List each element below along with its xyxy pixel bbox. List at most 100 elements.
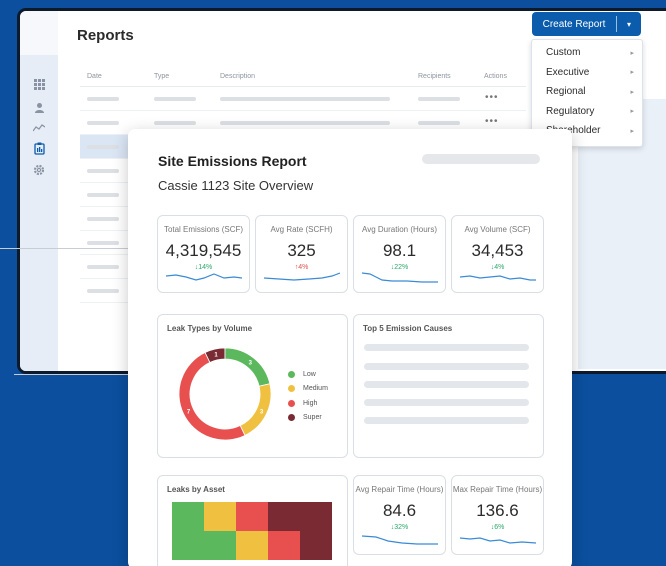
heatmap-cell[interactable] [236, 531, 268, 560]
column-header-description[interactable]: Description [220, 73, 255, 80]
legend-item-high: High [288, 396, 328, 411]
cell-placeholder-bar [87, 97, 119, 101]
kpi-tile-max-repair-time[interactable]: Max Repair Time (Hours) 136.6 ↓6% [451, 475, 544, 555]
kpi-value: 84.6 [382, 501, 417, 520]
menu-item-label: Regulatory [546, 105, 595, 117]
menu-item-regulatory[interactable]: Regulatory ▸ [532, 102, 642, 122]
kpi-change: ↓14% [194, 264, 213, 271]
cell-placeholder-bar [220, 121, 390, 125]
kpi-label: Max Repair Time (Hours) [452, 485, 543, 494]
kpi-tile-avg-rate[interactable]: Avg Rate (SCFH) 325 ↑4% [255, 215, 348, 293]
create-report-label[interactable]: Create Report [532, 12, 616, 36]
cause-placeholder-bar [364, 344, 529, 351]
cell-placeholder-bar [87, 121, 119, 125]
gear-icon[interactable] [32, 163, 46, 177]
donut-slice-low[interactable] [224, 347, 271, 387]
table-row[interactable]: ••• [80, 87, 526, 111]
cause-placeholder-bar [364, 399, 529, 406]
cell-placeholder-bar [220, 97, 390, 101]
cell-placeholder-bar [154, 97, 196, 101]
reports-clipboard-icon[interactable] [32, 141, 46, 155]
cell-placeholder-bar [418, 121, 460, 125]
sparkline [460, 275, 536, 281]
column-header-type[interactable]: Type [154, 73, 169, 80]
legend-item-super: Super [288, 411, 328, 426]
column-header-recipients[interactable]: Recipients [418, 73, 451, 80]
cause-placeholder-bar [364, 417, 529, 424]
heatmap-cell[interactable] [236, 502, 268, 531]
legend-swatch [288, 370, 295, 378]
kpi-tile-avg-volume[interactable]: Avg Volume (SCF) 34,453 ↓4% [451, 215, 544, 293]
menu-item-label: Regional [546, 86, 586, 98]
kpi-value: 98.1 [382, 241, 417, 260]
callout-line [14, 374, 128, 375]
kpi-value: 136.6 [476, 501, 519, 520]
legend-label: Super [303, 414, 322, 422]
leaks-heatmap [172, 502, 332, 560]
kpi-label: Avg Rate (SCFH) [270, 225, 333, 234]
cell-placeholder-bar [87, 169, 119, 173]
create-report-button[interactable]: Create Report ▾ [532, 12, 641, 36]
heatmap-cell[interactable] [268, 531, 300, 560]
donut-slice-high[interactable] [178, 352, 246, 441]
kpi-tile-total-emissions[interactable]: Total Emissions (SCF) 4,319,545 ↓14% [157, 215, 250, 293]
legend-label: Medium [303, 385, 328, 393]
kpi-value: 4,319,545 [165, 241, 242, 260]
donut-chart: 1337 [178, 347, 272, 441]
menu-item-regional[interactable]: Regional ▸ [532, 82, 642, 102]
cell-placeholder-bar [87, 241, 119, 245]
chart-legend: Low Medium High Super [288, 367, 328, 425]
kpi-value: 325 [287, 241, 316, 260]
column-header-actions: Actions [484, 73, 507, 80]
row-actions-icon[interactable]: ••• [485, 92, 499, 103]
nav-rail [20, 55, 58, 371]
legend-item-low: Low [288, 367, 328, 382]
kpi-change: ↓22% [390, 264, 409, 271]
kpi-tile-avg-duration[interactable]: Avg Duration (Hours) 98.1 ↓22% [353, 215, 446, 293]
apps-grid-icon[interactable] [32, 77, 46, 91]
cell-placeholder-bar [87, 265, 119, 269]
panel-title: Top 5 Emission Causes [363, 324, 453, 333]
legend-swatch [288, 414, 295, 422]
legend-swatch [288, 399, 295, 407]
legend-label: High [303, 399, 318, 407]
heatmap-cell[interactable] [204, 531, 236, 560]
menu-item-label: Custom [546, 47, 581, 59]
site-emissions-report-card: Site Emissions Report Cassie 1123 Site O… [128, 129, 572, 566]
panel-title: Leak Types by Volume [167, 324, 253, 333]
kpi-tile-avg-repair-time[interactable]: Avg Repair Time (Hours) 84.6 ↓32% [353, 475, 446, 555]
chevron-right-icon: ▸ [630, 108, 634, 116]
legend-label: Low [303, 370, 316, 378]
legend-swatch [288, 385, 295, 393]
sparkline [264, 272, 340, 281]
legend-item-medium: Medium [288, 382, 328, 397]
trend-icon[interactable] [32, 121, 46, 135]
menu-item-executive[interactable]: Executive ▸ [532, 63, 642, 83]
kpi-label: Avg Volume (SCF) [464, 225, 531, 234]
sparkline [166, 273, 242, 281]
table-header: Date Type Description Recipients Actions [80, 71, 526, 87]
heatmap-cell[interactable] [300, 531, 332, 560]
donut-slice-medium[interactable] [239, 383, 272, 436]
sparkline [362, 535, 438, 545]
row-actions-icon[interactable]: ••• [485, 116, 499, 127]
chevron-right-icon: ▸ [630, 49, 634, 57]
chevron-down-icon[interactable]: ▾ [617, 12, 641, 36]
chevron-right-icon: ▸ [630, 127, 634, 135]
panel-title: Leaks by Asset [167, 485, 225, 494]
report-title: Site Emissions Report [158, 153, 307, 169]
cell-placeholder-bar [418, 97, 460, 101]
menu-item-custom[interactable]: Custom ▸ [532, 43, 642, 63]
heatmap-cell[interactable] [172, 502, 204, 531]
cell-placeholder-bar [87, 193, 119, 197]
user-icon[interactable] [32, 100, 46, 114]
kpi-change: ↓6% [490, 524, 505, 531]
column-header-date[interactable]: Date [87, 73, 102, 80]
heatmap-cell[interactable] [268, 502, 300, 531]
title-placeholder-bar [422, 154, 540, 164]
heatmap-cell[interactable] [300, 502, 332, 531]
sparkline [362, 272, 438, 283]
heatmap-cell[interactable] [172, 531, 204, 560]
callout-line [0, 248, 128, 249]
heatmap-cell[interactable] [204, 502, 236, 531]
